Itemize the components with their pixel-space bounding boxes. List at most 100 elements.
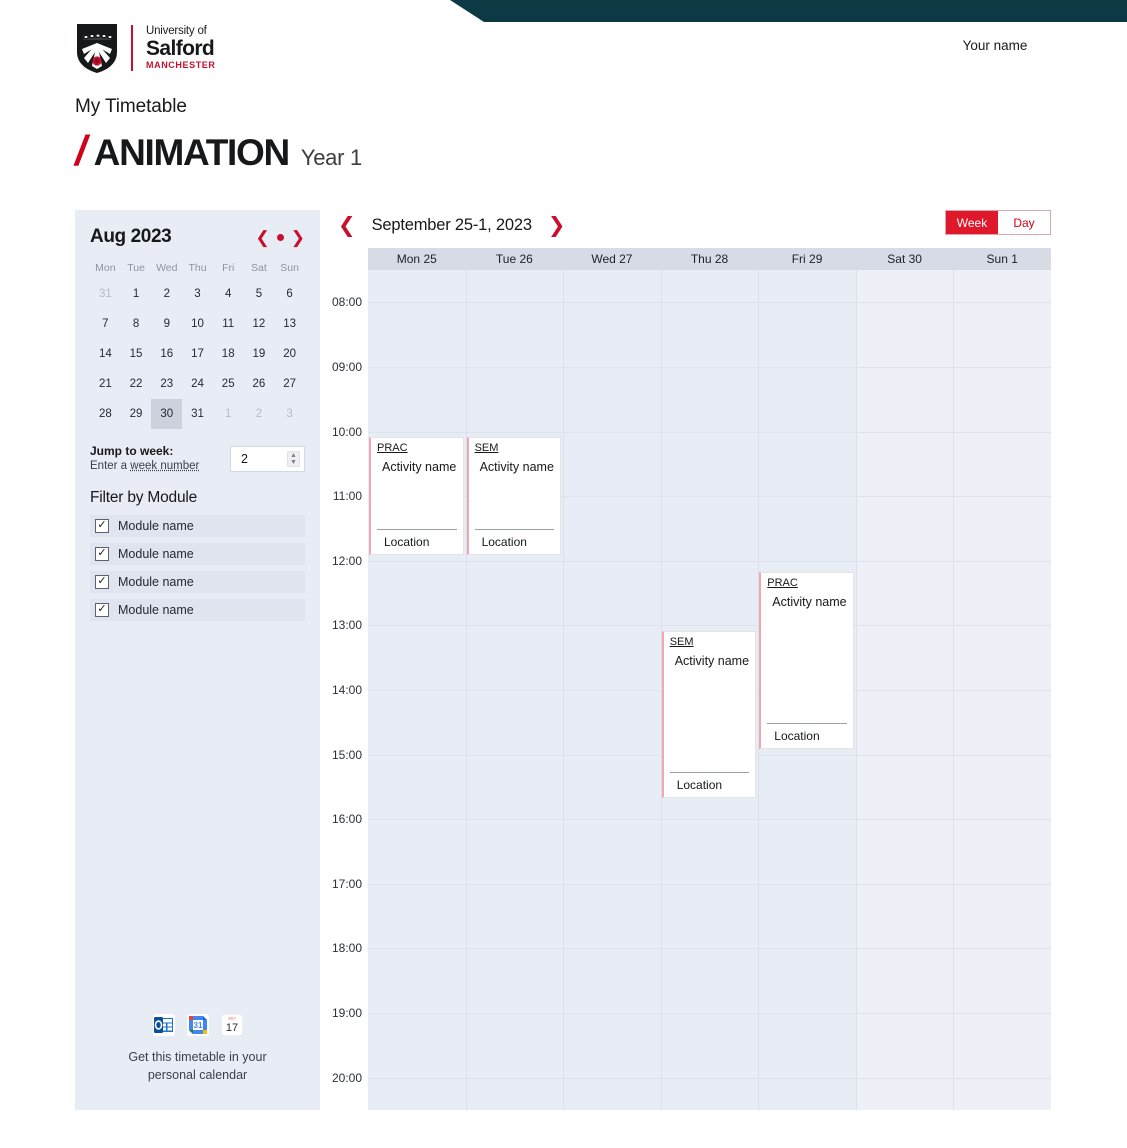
calendar-export-icons: 31 JULY 17 xyxy=(75,1013,320,1036)
day-header-row: Mon 25 Tue 26 Wed 27 Thu 28 Fri 29 Sat 30 Sun … xyxy=(368,248,1051,270)
time-axis-label: 18:00 xyxy=(331,941,362,956)
mini-calendar-day[interactable]: 11 xyxy=(213,309,244,339)
mini-calendar-day[interactable]: 19 xyxy=(244,339,275,369)
module-filter-row[interactable]: ✓ Module name xyxy=(90,570,305,593)
mini-calendar-day[interactable]: 18 xyxy=(213,339,244,369)
event-location: Location xyxy=(474,529,555,549)
mini-calendar-day[interactable]: 2 xyxy=(151,279,182,309)
google-calendar-icon[interactable]: 31 xyxy=(186,1013,209,1036)
mini-calendar-header: Aug 2023 ❮ ❯ xyxy=(90,226,305,248)
mini-calendar-day[interactable]: 29 xyxy=(121,399,152,429)
event-location: Location xyxy=(377,529,457,549)
mini-calendar-day[interactable]: 31 xyxy=(182,399,213,429)
day-header-cell[interactable]: Tue 26 xyxy=(466,248,564,270)
mini-calendar-dow-sun: Sun xyxy=(280,262,299,274)
top-banner xyxy=(450,0,1127,22)
mini-calendar-day[interactable]: 7 xyxy=(90,309,121,339)
timetable-event[interactable]: SEM Activity name Location xyxy=(466,436,562,556)
mini-calendar-day[interactable]: 16 xyxy=(151,339,182,369)
hour-gridline xyxy=(368,560,1051,562)
svg-text:31: 31 xyxy=(193,1021,202,1030)
hour-gridline xyxy=(368,366,1051,368)
module-filter-row[interactable]: ✓ Module name xyxy=(90,598,305,621)
day-header-cell[interactable]: Thu 28 xyxy=(661,248,759,270)
day-header-cell[interactable]: Mon 25 xyxy=(368,248,466,270)
time-axis-label: 17:00 xyxy=(331,876,362,891)
university-logo: University of Salford MANCHESTER xyxy=(74,22,216,74)
mini-calendar-day[interactable]: 25 xyxy=(213,369,244,399)
mini-calendar-day[interactable]: 10 xyxy=(182,309,213,339)
mini-calendar-day[interactable]: 24 xyxy=(182,369,213,399)
mini-calendar-day[interactable]: 20 xyxy=(274,339,305,369)
timetable-event[interactable]: PRAC Activity name Location xyxy=(759,571,854,750)
spinner-updown-icon[interactable]: ▲ ▼ xyxy=(287,451,300,467)
mini-calendar-day[interactable]: 14 xyxy=(90,339,121,369)
mini-calendar-day[interactable]: 5 xyxy=(244,279,275,309)
chevron-left-icon[interactable]: ❮ xyxy=(338,215,356,236)
mini-calendar-day[interactable]: 9 xyxy=(151,309,182,339)
svg-text:17: 17 xyxy=(225,1022,237,1034)
mini-calendar-day[interactable]: 27 xyxy=(274,369,305,399)
timetable-event[interactable]: SEM Activity name Location xyxy=(661,630,757,798)
view-toggle-day[interactable]: Day xyxy=(998,211,1050,234)
course-heading: / ANIMATION Year 1 xyxy=(75,130,362,172)
mini-calendar-day[interactable]: 17 xyxy=(182,339,213,369)
mini-calendar-day[interactable]: 4 xyxy=(213,279,244,309)
view-toggle-week[interactable]: Week xyxy=(946,211,998,234)
mini-calendar-dow-thu: Thu xyxy=(188,262,207,274)
mini-calendar-day[interactable]: 8 xyxy=(121,309,152,339)
today-dot-icon[interactable] xyxy=(276,233,284,241)
module-filter-row[interactable]: ✓ Module name xyxy=(90,514,305,537)
event-location: Location xyxy=(767,723,847,743)
day-header-cell[interactable]: Wed 27 xyxy=(563,248,661,270)
day-header-cell[interactable]: Sun 1 xyxy=(953,248,1051,270)
mini-calendar-day[interactable]: 6 xyxy=(274,279,305,309)
module-checkbox[interactable]: ✓ xyxy=(95,518,109,533)
module-checkbox[interactable]: ✓ xyxy=(95,574,109,589)
filter-by-module-title: Filter by Module xyxy=(90,488,198,506)
time-axis-label: 19:00 xyxy=(331,1006,362,1021)
timetable-event[interactable]: PRAC Activity name Location xyxy=(369,436,464,556)
mini-calendar-day[interactable]: 1 xyxy=(213,399,244,429)
week-number-input[interactable] xyxy=(239,451,287,467)
mini-calendar-day[interactable]: 21 xyxy=(90,369,121,399)
day-header-cell[interactable]: Sat 30 xyxy=(856,248,954,270)
export-text-line2: personal calendar xyxy=(147,1067,248,1082)
export-text-line1: Get this timetable in your xyxy=(128,1049,267,1064)
day-header-cell[interactable]: Fri 29 xyxy=(758,248,856,270)
mini-calendar-day[interactable]: 22 xyxy=(121,369,152,399)
outlook-calendar-icon[interactable] xyxy=(152,1013,175,1036)
module-checkbox[interactable]: ✓ xyxy=(95,546,109,561)
red-slash-icon: / xyxy=(75,127,87,174)
mini-calendar-day[interactable]: 28 xyxy=(90,399,121,429)
mini-calendar-day[interactable]: 30 xyxy=(151,399,183,429)
module-label: Module name xyxy=(118,518,194,533)
chevron-left-icon[interactable]: ❮ xyxy=(256,229,270,246)
mini-calendar-day[interactable]: 13 xyxy=(274,309,305,339)
mini-calendar-day[interactable]: 31 xyxy=(90,279,121,309)
mini-calendar-day[interactable]: 15 xyxy=(121,339,152,369)
apple-calendar-icon[interactable]: JULY 17 xyxy=(220,1013,243,1036)
mini-calendar-day[interactable]: 26 xyxy=(244,369,275,399)
calendar-export-section: 31 JULY 17 Get this timetable in your pe… xyxy=(75,1013,320,1084)
mini-calendar-day[interactable]: 23 xyxy=(151,369,182,399)
event-type-label: PRAC xyxy=(377,441,408,454)
grid-body: 08:00 09:00 10:00 11:00 12:00 13:00 14:00 15:00… xyxy=(332,270,1051,1110)
time-axis-label: 11:00 xyxy=(332,489,362,504)
mini-calendar-day[interactable]: 3 xyxy=(182,279,213,309)
mini-calendar-day[interactable]: 3 xyxy=(274,399,305,429)
module-filter-row[interactable]: ✓ Module name xyxy=(90,542,305,565)
chevron-right-icon[interactable]: ❯ xyxy=(291,229,305,246)
week-number-input-wrap[interactable]: ▲▼ xyxy=(230,446,305,472)
mini-calendar-dow-mon: Mon xyxy=(95,262,116,274)
module-filter-list: ✓ Module name ✓ Module name ✓ Module name ✓ Mod… xyxy=(75,514,320,621)
mini-calendar-day[interactable]: 12 xyxy=(244,309,275,339)
mini-calendar-title: Aug 2023 xyxy=(90,226,172,247)
time-axis-label: 15:00 xyxy=(331,747,362,762)
mini-calendar-day[interactable]: 1 xyxy=(121,279,152,309)
mini-calendar-week: 7 8 9 10 11 12 13 xyxy=(90,309,305,339)
view-toggle: Week Day xyxy=(945,210,1051,235)
module-checkbox[interactable]: ✓ xyxy=(95,602,109,617)
chevron-right-icon[interactable]: ❯ xyxy=(548,215,566,236)
mini-calendar-day[interactable]: 2 xyxy=(244,399,275,429)
